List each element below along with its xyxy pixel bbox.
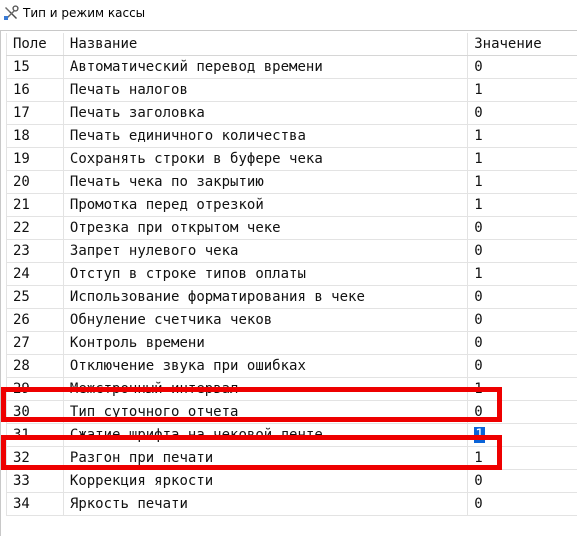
- cell-name[interactable]: Печать заголовка: [63, 101, 469, 125]
- cell-value[interactable]: 1: [467, 377, 577, 401]
- cell-field[interactable]: 28: [6, 354, 64, 378]
- cell-name[interactable]: Запрет нулевого чека: [63, 239, 469, 263]
- cell-name[interactable]: Сжатие шрифта на чековой ленте: [63, 423, 469, 447]
- table-row[interactable]: 29 Межстрочный интервал 1: [6, 377, 577, 401]
- cell-field[interactable]: 34: [6, 492, 64, 516]
- table-row[interactable]: 25 Использование форматирования в чеке 0: [6, 285, 577, 309]
- table-row[interactable]: 15 Автоматический перевод времени 0: [6, 55, 577, 79]
- title-bar: Тип и режим кассы: [0, 0, 577, 30]
- table-row[interactable]: 23 Запрет нулевого чека 0: [6, 239, 577, 263]
- cell-value[interactable]: 0: [467, 354, 577, 378]
- cell-field[interactable]: 20: [6, 170, 64, 194]
- cell-field[interactable]: 21: [6, 193, 64, 217]
- cell-name[interactable]: Контроль времени: [63, 331, 469, 355]
- cell-value[interactable]: 0: [467, 331, 577, 355]
- cell-field[interactable]: 15: [6, 55, 64, 79]
- table-row[interactable]: 17 Печать заголовка 0: [6, 101, 577, 125]
- cell-value[interactable]: 0: [467, 469, 577, 493]
- cell-field[interactable]: 27: [6, 331, 64, 355]
- cell-field[interactable]: 25: [6, 285, 64, 309]
- cell-name[interactable]: Сохранять строки в буфере чека: [63, 147, 469, 171]
- table-row[interactable]: 28 Отключение звука при ошибках 0: [6, 354, 577, 378]
- table-row[interactable]: 24 Отступ в строке типов оплаты 1: [6, 262, 577, 286]
- cell-value[interactable]: 1: [467, 446, 577, 470]
- cell-field[interactable]: 31: [6, 423, 64, 447]
- cell-name[interactable]: Промотка перед отрезкой: [63, 193, 469, 217]
- table-row[interactable]: 19 Сохранять строки в буфере чека 1: [6, 147, 577, 171]
- cell-name[interactable]: Тип суточного отчета: [63, 400, 469, 424]
- cell-name[interactable]: Использование форматирования в чеке: [63, 285, 469, 309]
- table-row[interactable]: 22 Отрезка при открытом чеке 0: [6, 216, 577, 240]
- cell-value[interactable]: 0: [467, 308, 577, 332]
- cell-value[interactable]: 0: [467, 239, 577, 263]
- cell-value[interactable]: 1: [467, 193, 577, 217]
- cell-value[interactable]: 0: [467, 285, 577, 309]
- cell-value[interactable]: 1: [467, 170, 577, 194]
- cell-field[interactable]: 22: [6, 216, 64, 240]
- column-header-field[interactable]: Поле: [6, 33, 64, 56]
- table-row[interactable]: 33 Коррекция яркости 0: [6, 469, 577, 493]
- cell-field[interactable]: 29: [6, 377, 64, 401]
- cell-value[interactable]: 1: [467, 124, 577, 148]
- column-header-name[interactable]: Название: [63, 33, 469, 56]
- cell-value[interactable]: 1: [467, 147, 577, 171]
- settings-wrench-icon: [4, 5, 19, 20]
- cell-name[interactable]: Коррекция яркости: [63, 469, 469, 493]
- settings-table: Поле Название Значение 15 Автоматический …: [6, 33, 577, 516]
- cell-name[interactable]: Отключение звука при ошибках: [63, 354, 469, 378]
- cell-field[interactable]: 16: [6, 78, 64, 102]
- cell-field[interactable]: 32: [6, 446, 64, 470]
- cell-name[interactable]: Автоматический перевод времени: [63, 55, 469, 79]
- cell-field[interactable]: 30: [6, 400, 64, 424]
- window-title: Тип и режим кассы: [23, 6, 146, 20]
- column-header-value[interactable]: Значение: [467, 33, 577, 56]
- cell-name[interactable]: Яркость печати: [63, 492, 469, 516]
- table-row[interactable]: 16 Печать налогов 1: [6, 78, 577, 102]
- cell-value[interactable]: 0: [467, 216, 577, 240]
- cell-name[interactable]: Обнуление счетчика чеков: [63, 308, 469, 332]
- cell-name[interactable]: Печать чека по закрытию: [63, 170, 469, 194]
- cell-value[interactable]: 1: [467, 262, 577, 286]
- table-row[interactable]: 32 Разгон при печати 1: [6, 446, 577, 470]
- table-row[interactable]: 34 Яркость печати 0: [6, 492, 577, 516]
- settings-grid: Поле Название Значение 15 Автоматический …: [0, 30, 577, 536]
- cell-name[interactable]: Печать налогов: [63, 78, 469, 102]
- cell-field[interactable]: 23: [6, 239, 64, 263]
- cell-value[interactable]: 1: [467, 78, 577, 102]
- table-row[interactable]: 30 Тип суточного отчета 0: [6, 400, 577, 424]
- cell-value[interactable]: 1: [467, 423, 577, 447]
- table-row[interactable]: 21 Промотка перед отрезкой 1: [6, 193, 577, 217]
- cell-name[interactable]: Отступ в строке типов оплаты: [63, 262, 469, 286]
- table-header-row: Поле Название Значение: [6, 33, 577, 56]
- cell-name[interactable]: Печать единичного количества: [63, 124, 469, 148]
- cell-value[interactable]: 0: [467, 55, 577, 79]
- cell-value[interactable]: 0: [467, 101, 577, 125]
- selected-value-text[interactable]: 1: [474, 426, 485, 443]
- cell-field[interactable]: 24: [6, 262, 64, 286]
- cell-name[interactable]: Отрезка при открытом чеке: [63, 216, 469, 240]
- cell-name[interactable]: Разгон при печати: [63, 446, 469, 470]
- table-row[interactable]: 31 Сжатие шрифта на чековой ленте 1: [6, 423, 577, 447]
- cell-field[interactable]: 33: [6, 469, 64, 493]
- cell-name[interactable]: Межстрочный интервал: [63, 377, 469, 401]
- table-row[interactable]: 18 Печать единичного количества 1: [6, 124, 577, 148]
- table-row[interactable]: 26 Обнуление счетчика чеков 0: [6, 308, 577, 332]
- table-row[interactable]: 27 Контроль времени 0: [6, 331, 577, 355]
- cell-value[interactable]: 0: [467, 492, 577, 516]
- cell-field[interactable]: 26: [6, 308, 64, 332]
- cell-value[interactable]: 0: [467, 400, 577, 424]
- cell-field[interactable]: 19: [6, 147, 64, 171]
- table-row[interactable]: 20 Печать чека по закрытию 1: [6, 170, 577, 194]
- cell-field[interactable]: 18: [6, 124, 64, 148]
- cell-field[interactable]: 17: [6, 101, 64, 125]
